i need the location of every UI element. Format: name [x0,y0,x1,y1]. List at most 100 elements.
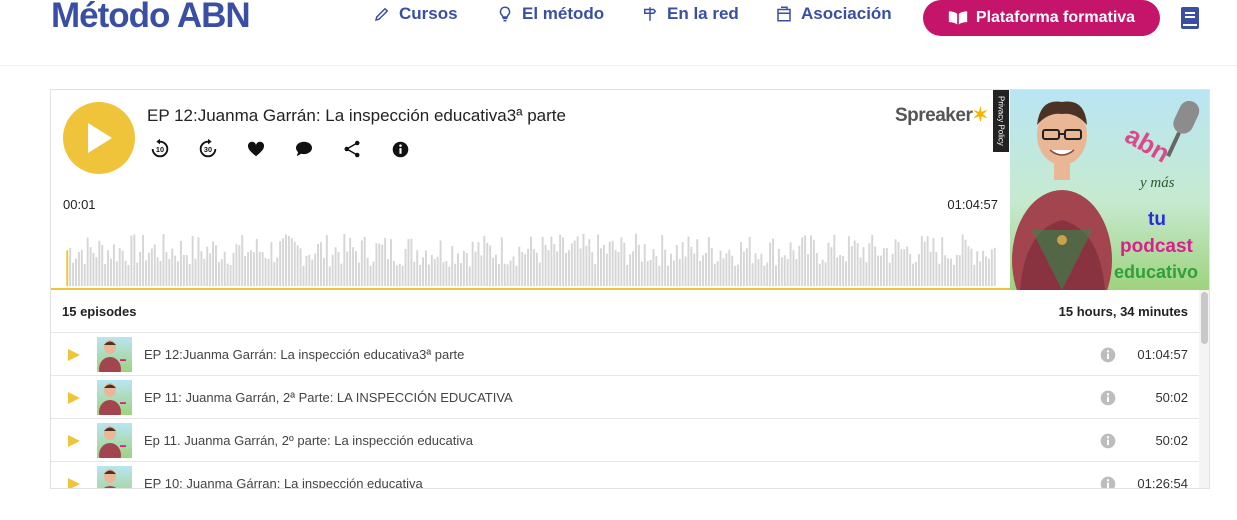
play-icon[interactable] [67,477,81,489]
waveform-bar [970,248,973,287]
info-icon[interactable] [1100,347,1116,363]
waveform-bar [597,234,600,287]
waveform-bar [737,264,740,287]
episode-thumbnail: ▬ [97,466,132,488]
waveform-bar [885,247,888,287]
waveform-bar [923,241,926,287]
play-icon[interactable] [67,348,81,362]
waveform-bar [369,265,372,287]
waveform-bar [550,236,553,287]
waveform[interactable] [51,218,1010,290]
nav-item-cursos[interactable]: Cursos [373,4,458,24]
plataforma-formativa-button[interactable]: Plataforma formativa [923,0,1160,36]
waveform-bar [801,237,804,287]
info-icon[interactable] [1100,390,1116,406]
waveform-bar [515,265,518,287]
waveform-bar [480,255,483,287]
share-icon[interactable] [339,136,365,162]
waveform-bar [311,259,314,287]
book-icon[interactable] [1180,6,1200,30]
waveform-bar [118,248,121,287]
waveform-bar [104,264,107,287]
privacy-policy-link[interactable]: Privacy Policy [993,90,1009,152]
waveform-bar [407,239,410,287]
waveform-bar [955,254,958,287]
waveform-bar [707,237,710,287]
waveform-bar [608,241,611,287]
heart-icon[interactable] [243,136,269,162]
nav-item-asociacion[interactable]: Asociación [775,4,892,24]
rewind-10-icon[interactable]: 10 [147,136,173,162]
waveform-bar [439,240,442,287]
waveform-bar [693,253,696,287]
info-icon[interactable] [387,136,413,162]
waveform-bar [865,262,868,287]
waveform-bar [684,256,687,287]
waveform-bar [670,253,672,287]
waveform-bar [623,242,626,287]
scrollbar-thumb[interactable] [1201,292,1208,344]
play-button[interactable] [63,102,135,174]
comment-icon[interactable] [291,136,317,162]
waveform-bar [156,257,159,287]
waveform-bar [952,264,955,287]
waveform-bar [264,257,267,287]
waveform-bar [882,248,885,287]
play-icon[interactable] [67,434,81,448]
site-logo[interactable]: Método ABN [51,0,251,36]
waveform-bar [629,254,632,287]
waveform-bar [722,258,725,287]
waveform-bar [845,261,847,287]
episode-title: EP 11: Juanma Garrán, 2ª Parte: LA INSPE… [144,390,513,405]
waveform-bar [477,242,480,287]
waveform-bar [506,264,509,287]
spreaker-logo[interactable]: Spreaker✶ [895,104,988,127]
waveform-bar [812,240,815,287]
episode-duration: 01:26:54 [1137,476,1188,489]
episode-row[interactable]: ▬ EP 10: Juanma Gárran: La inspección ed… [51,462,1199,489]
current-time: 00:01 [63,197,96,212]
waveform-bar [643,244,646,287]
nav-item-el-metodo[interactable]: El método [496,4,604,24]
waveform-bar [127,264,130,287]
waveform-bar [573,240,576,287]
waveform-bar [495,254,497,287]
waveform-bar [772,238,775,287]
waveform-bar [247,252,250,287]
player-head: EP 12:Juanma Garrán: La inspección educa… [51,90,1010,290]
waveform-bar [226,263,229,287]
waveform-bar [282,238,285,287]
waveform-bar [398,263,401,287]
waveform-bar [728,249,731,287]
episode-row[interactable]: ▬ EP 12:Juanma Garrán: La inspección edu… [51,333,1199,376]
waveform-bar [570,243,573,287]
waveform-bar [810,235,812,287]
forward-30-icon[interactable]: 30 [195,136,221,162]
waveform-bar [754,253,757,287]
waveform-bar [538,262,541,287]
nav-label: Cursos [399,4,458,23]
nav-item-en-la-red[interactable]: En la red [641,4,739,24]
episode-row[interactable]: ▬ EP 11: Juanma Garrán, 2ª Parte: LA INS… [51,376,1199,419]
waveform-bar [614,250,617,287]
waveform-bar [716,261,719,287]
info-icon[interactable] [1100,433,1116,449]
waveform-bar [868,243,871,287]
waveform-bar [958,255,961,287]
waveform-bar [664,249,667,287]
waveform-bar [355,251,357,287]
waveform-bar [786,258,789,287]
waveform-bar [343,233,346,287]
waveform-bar [626,264,629,287]
waveform-bar [818,263,821,287]
waveform-bar [576,236,579,287]
episode-list-scrollbar[interactable] [1199,290,1209,488]
waveform-bar [617,251,620,287]
info-icon[interactable] [1100,476,1116,489]
episode-row[interactable]: ▬ Ep 11. Juanma Garrán, 2º parte: La ins… [51,419,1199,462]
waveform-bar [675,244,678,287]
waveform-bar [305,255,308,287]
waveform-bar [381,244,384,287]
waveform-bar [990,249,993,287]
play-icon[interactable] [67,391,81,405]
